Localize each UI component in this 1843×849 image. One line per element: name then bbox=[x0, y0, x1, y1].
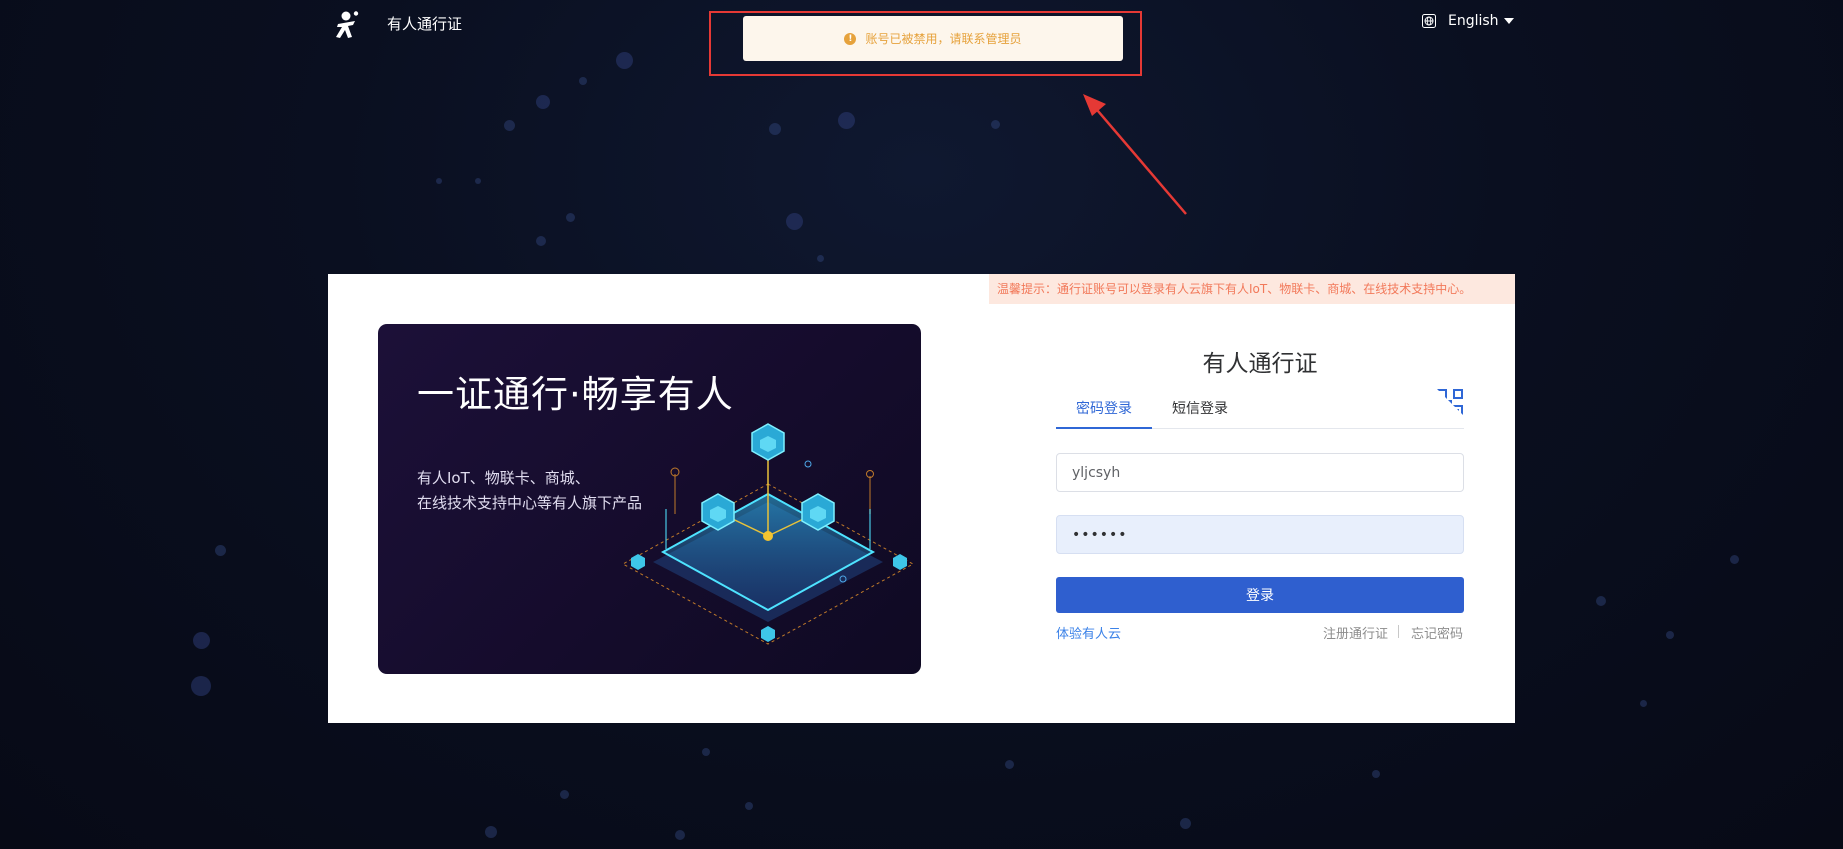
background-dot bbox=[504, 120, 515, 131]
background-dot bbox=[786, 213, 803, 230]
notice-bar: 温馨提示：通行证账号可以登录有人云旗下有人IoT、物联卡、商城、在线技术支持中心… bbox=[989, 274, 1515, 304]
globe-icon bbox=[1422, 14, 1436, 28]
background-dot bbox=[616, 52, 633, 69]
register-link[interactable]: 注册通行证 bbox=[1323, 623, 1388, 642]
background-dot bbox=[193, 632, 210, 649]
background-dot bbox=[191, 676, 211, 696]
background-dot bbox=[536, 236, 546, 246]
background-dot bbox=[1180, 818, 1191, 829]
annotation-arrow-icon bbox=[1083, 94, 1187, 215]
background-dot bbox=[1730, 555, 1739, 564]
background-dot bbox=[745, 802, 753, 810]
forgot-password-link[interactable]: 忘记密码 bbox=[1411, 623, 1463, 642]
background-dot bbox=[1666, 631, 1674, 639]
background-dot bbox=[991, 120, 1000, 129]
background-dot bbox=[702, 748, 710, 756]
banner-title: 一证通行·畅享有人 bbox=[417, 373, 734, 416]
link-divider bbox=[1398, 625, 1399, 638]
language-selector[interactable]: English bbox=[1422, 13, 1514, 29]
background-dot bbox=[1372, 770, 1380, 778]
background-dot bbox=[675, 830, 685, 840]
password-field[interactable]: •••••• bbox=[1056, 515, 1464, 554]
background-dot bbox=[769, 123, 781, 135]
tab-sms-login[interactable]: 短信登录 bbox=[1152, 398, 1248, 427]
annotation-highlight-box bbox=[709, 11, 1142, 76]
banner-line-2: 在线技术支持中心等有人旗下产品 bbox=[417, 494, 643, 512]
background-dot bbox=[1596, 596, 1606, 606]
background-dot bbox=[560, 790, 569, 799]
login-card: 温馨提示：通行证账号可以登录有人云旗下有人IoT、物联卡、商城、在线技术支持中心… bbox=[328, 274, 1515, 723]
promo-banner: 一证通行·畅享有人 有人IoT、物联卡、商城、 在线技术支持中心等有人旗下产品 bbox=[378, 324, 921, 674]
username-field[interactable]: yljcsyh bbox=[1056, 453, 1464, 492]
trial-link[interactable]: 体验有人云 bbox=[1056, 623, 1121, 642]
background-dot bbox=[1005, 760, 1014, 769]
background-dot bbox=[536, 95, 550, 109]
login-title: 有人通行证 bbox=[1202, 351, 1318, 377]
background-dot bbox=[838, 112, 855, 129]
background-dot bbox=[215, 545, 226, 556]
background-dot bbox=[436, 178, 442, 184]
iot-illustration bbox=[621, 423, 915, 645]
background-dot bbox=[475, 178, 481, 184]
brand-name: 有人通行证 bbox=[387, 15, 463, 33]
logo-icon[interactable] bbox=[333, 10, 363, 40]
banner-description: 有人IoT、物联卡、商城、 在线技术支持中心等有人旗下产品 bbox=[417, 466, 642, 516]
background-dot bbox=[566, 213, 575, 222]
login-button[interactable]: 登录 bbox=[1056, 577, 1464, 613]
background-dot bbox=[817, 255, 824, 262]
banner-line-1: 有人IoT、物联卡、商城、 bbox=[417, 469, 590, 487]
chevron-down-icon bbox=[1503, 18, 1514, 24]
login-tabs: 密码登录 短信登录 bbox=[1056, 398, 1464, 429]
language-label: English bbox=[1448, 13, 1499, 29]
background-dot bbox=[485, 826, 497, 838]
tab-password-login[interactable]: 密码登录 bbox=[1056, 398, 1152, 429]
background-dot bbox=[579, 77, 587, 85]
background-dot bbox=[1640, 700, 1647, 707]
